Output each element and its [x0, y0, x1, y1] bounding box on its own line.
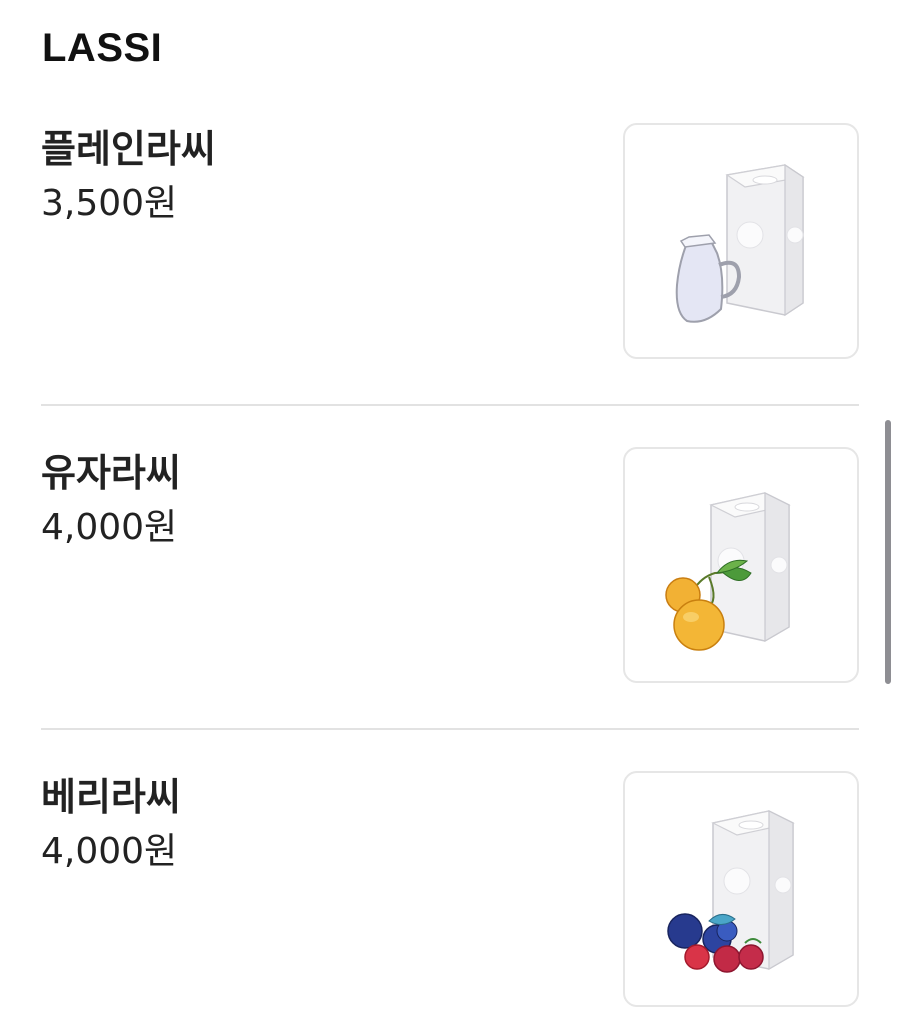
menu-item-name: 플레인라씨 — [41, 127, 216, 171]
menu-item-price: 3,500원 — [41, 183, 178, 224]
menu-item-name: 유자라씨 — [41, 451, 181, 495]
section-title: LASSI — [42, 26, 163, 70]
plain-lassi-illustration-icon — [675, 163, 805, 323]
divider — [41, 728, 859, 730]
menu-item-image[interactable] — [623, 123, 859, 359]
menu-item-name: 베리라씨 — [41, 775, 181, 819]
menu-item-berry-lassi[interactable]: 베리라씨 4,000원 — [41, 771, 859, 1009]
menu-item-image[interactable] — [623, 447, 859, 683]
berry-lassi-illustration-icon — [667, 810, 795, 973]
yuja-lassi-illustration-icon — [665, 492, 791, 651]
menu-item-image[interactable] — [623, 771, 859, 1007]
menu-item-price: 4,000원 — [41, 831, 178, 872]
scrollbar[interactable] — [885, 420, 891, 684]
menu-item-price: 4,000원 — [41, 507, 178, 548]
menu-item-yuja-lassi[interactable]: 유자라씨 4,000원 — [41, 447, 859, 685]
menu-item-plain-lassi[interactable]: 플레인라씨 3,500원 — [41, 123, 859, 361]
divider — [41, 404, 859, 406]
